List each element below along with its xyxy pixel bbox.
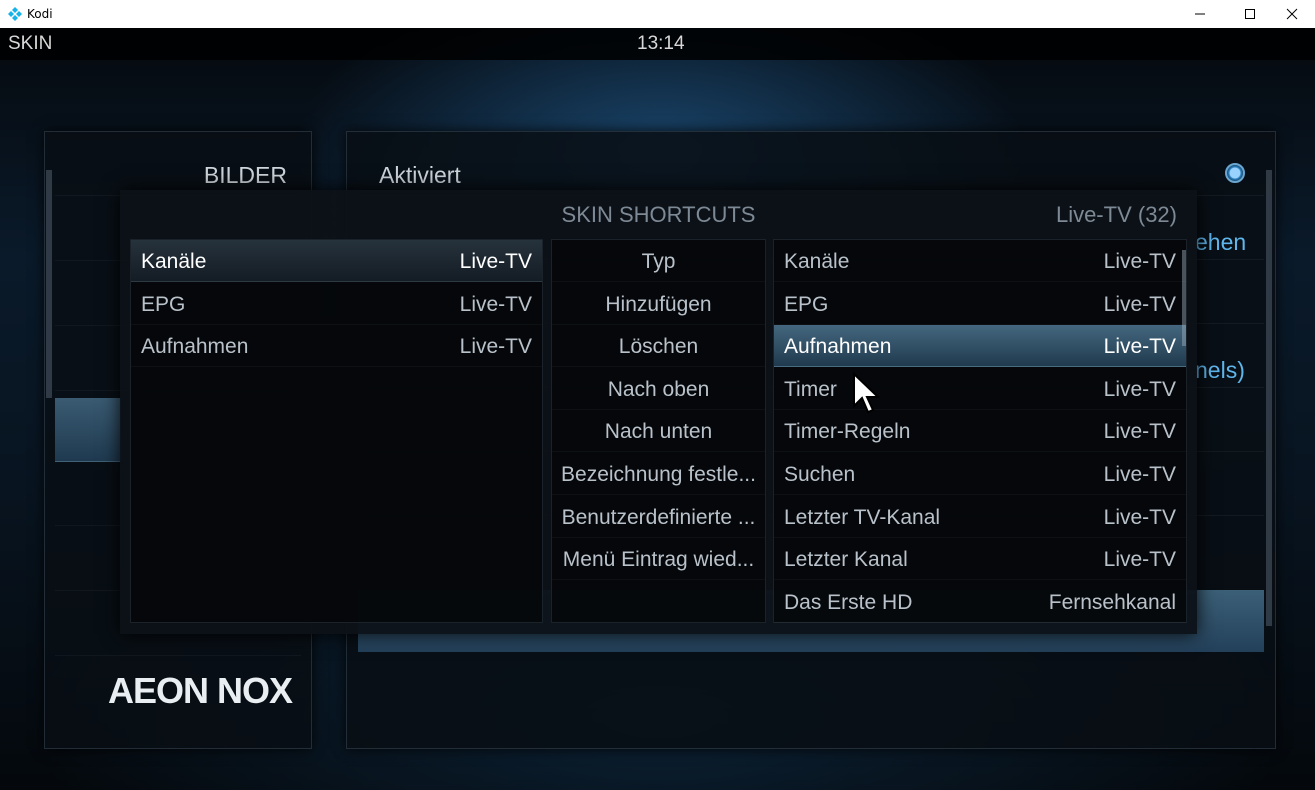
- kodi-logo-icon: [8, 7, 22, 21]
- kodi-topbar: SKIN 13:14: [0, 28, 1315, 60]
- action-label: Typ: [641, 250, 676, 273]
- list-item-selected[interactable]: Aufnahmen Live-TV: [774, 325, 1186, 367]
- list-item-label: Letzter Kanal: [784, 548, 908, 571]
- list-item-label: EPG: [141, 293, 186, 316]
- list-item[interactable]: EPG Live-TV: [774, 283, 1186, 325]
- maximize-button[interactable]: [1227, 0, 1273, 28]
- list-item-label: Timer: [784, 378, 837, 401]
- list-item[interactable]: Letzter Kanal Live-TV: [774, 538, 1186, 580]
- skin-logo: AEON NOX: [108, 670, 293, 712]
- list-item-label: Letzter TV-Kanal: [784, 506, 941, 529]
- clock: 13:14: [637, 33, 685, 54]
- maximize-icon: [1245, 9, 1255, 19]
- list-item-type: Live-TV: [1103, 420, 1176, 443]
- list-item[interactable]: Timer-Regeln Live-TV: [774, 410, 1186, 452]
- list-item-type: Live-TV: [459, 293, 532, 316]
- action-label: Nach oben: [607, 378, 710, 401]
- radio-toggle[interactable]: [1225, 163, 1245, 183]
- main-scrollbar[interactable]: [1266, 170, 1272, 626]
- action-delete[interactable]: Löschen: [552, 325, 765, 367]
- list-item[interactable]: Aufnahmen Live-TV: [131, 325, 542, 367]
- list-item-label: Suchen: [784, 463, 856, 486]
- list-item-label: Aufnahmen: [784, 335, 892, 358]
- action-type[interactable]: Typ: [552, 240, 765, 282]
- close-icon: [1286, 8, 1298, 20]
- section-label: SKIN: [8, 33, 53, 54]
- kodi-app: SKIN 13:14 BILDER AEON NOX Aktiviert ehe…: [0, 28, 1315, 790]
- list-item-type: Live-TV: [1103, 548, 1176, 571]
- dialog-title: SKIN SHORTCUTS: [561, 202, 756, 227]
- list-scrollbar[interactable]: [1182, 250, 1186, 346]
- action-add[interactable]: Hinzufügen: [552, 283, 765, 325]
- action-label: Hinzufügen: [605, 293, 712, 316]
- list-item[interactable]: Suchen Live-TV: [774, 453, 1186, 495]
- action-set-label[interactable]: Bezeichnung festle...: [552, 453, 765, 495]
- list-item-label: Kanäle: [784, 250, 850, 273]
- list-item[interactable]: EPG Live-TV: [131, 283, 542, 325]
- list-item-label: EPG: [784, 293, 829, 316]
- sidebar-heading: BILDER: [203, 162, 287, 188]
- list-item-label: Kanäle: [141, 250, 207, 273]
- window-titlebar: Kodi: [0, 0, 1315, 28]
- list-item-type: Live-TV: [1103, 463, 1176, 486]
- action-label: Bezeichnung festle...: [561, 463, 756, 486]
- action-restore-item[interactable]: Menü Eintrag wied...: [552, 538, 765, 580]
- list-item-type: Live-TV: [459, 335, 532, 358]
- setting-label-partial: ehen: [1195, 229, 1247, 255]
- list-item[interactable]: Das Erste HD Fernsehkanal: [774, 581, 1186, 623]
- list-item-type: Fernsehkanal: [1048, 591, 1176, 614]
- list-item-type: Live-TV: [1103, 293, 1176, 316]
- current-shortcuts-list: Kanäle Live-TV EPG Live-TV Aufnahmen Liv…: [130, 239, 543, 623]
- list-item-label: Das Erste HD: [784, 591, 913, 614]
- minimize-icon: [1195, 13, 1205, 15]
- action-move-down[interactable]: Nach unten: [552, 410, 765, 452]
- skin-logo-text: AEON NOX: [108, 670, 293, 711]
- list-item-type: Live-TV: [1103, 506, 1176, 529]
- sidebar-item-selected[interactable]: [55, 398, 121, 462]
- list-item-label: Aufnahmen: [141, 335, 249, 358]
- list-item-type: Live-TV: [459, 250, 532, 273]
- action-label: Nach unten: [604, 420, 713, 443]
- skin-shortcuts-dialog: SKIN SHORTCUTS Live-TV (32) Kanäle Live-…: [120, 190, 1197, 634]
- available-shortcuts-list: Kanäle Live-TV EPG Live-TV Aufnahmen Liv…: [773, 239, 1187, 623]
- action-label: Benutzerdefinierte ...: [561, 506, 756, 529]
- action-move-up[interactable]: Nach oben: [552, 368, 765, 410]
- close-button[interactable]: [1269, 0, 1315, 28]
- list-item[interactable]: Timer Live-TV: [774, 368, 1186, 410]
- action-menu: Typ Hinzufügen Löschen Nach oben Nach un…: [551, 239, 766, 623]
- window-title: Kodi: [27, 7, 53, 21]
- list-item-type: Live-TV: [1103, 378, 1176, 401]
- list-item-label: Timer-Regeln: [784, 420, 911, 443]
- list-item[interactable]: Kanäle Live-TV: [131, 240, 542, 282]
- setting-label-partial: nels): [1195, 357, 1245, 383]
- action-label: Löschen: [618, 335, 699, 358]
- list-item[interactable]: Letzter TV-Kanal Live-TV: [774, 496, 1186, 538]
- sidebar-scrollbar[interactable]: [46, 170, 52, 398]
- action-custom[interactable]: Benutzerdefinierte ...: [552, 496, 765, 538]
- list-item-type: Live-TV: [1103, 335, 1176, 358]
- list-item[interactable]: Kanäle Live-TV: [774, 240, 1186, 282]
- action-label: Menü Eintrag wied...: [562, 548, 755, 571]
- list-item-type: Live-TV: [1103, 250, 1176, 273]
- dialog-count: Live-TV (32): [1055, 202, 1177, 227]
- minimize-button[interactable]: [1177, 0, 1223, 28]
- setting-label: Aktiviert: [379, 162, 461, 188]
- mouse-cursor-icon: [853, 372, 881, 414]
